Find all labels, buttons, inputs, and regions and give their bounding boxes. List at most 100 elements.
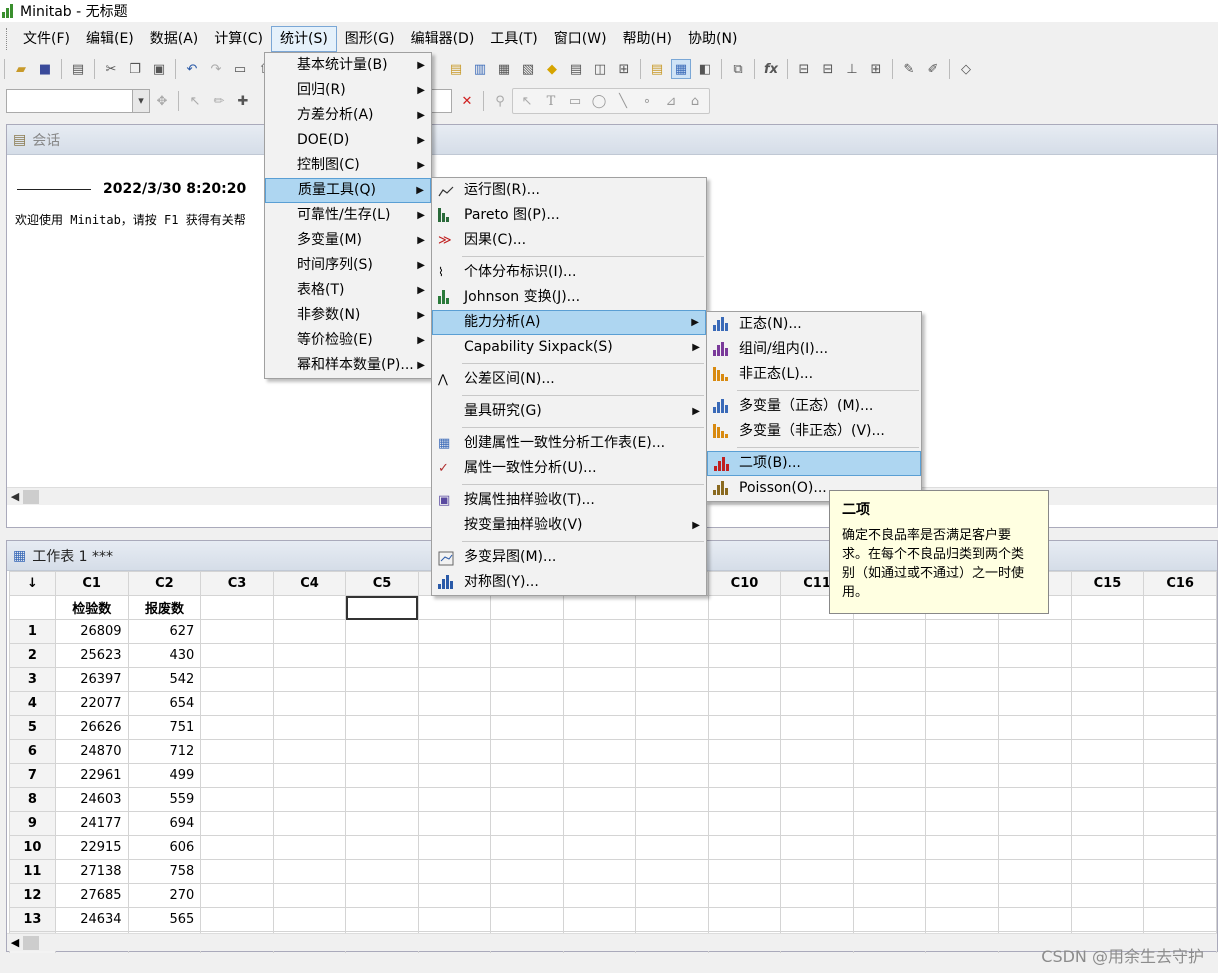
data-cell[interactable] bbox=[490, 811, 564, 836]
data-cell[interactable] bbox=[780, 667, 854, 692]
data-cell[interactable]: 24603 bbox=[54, 787, 129, 812]
data-cell[interactable] bbox=[998, 691, 1072, 716]
data-cell[interactable] bbox=[200, 787, 274, 812]
session-window-icon[interactable]: ▤ bbox=[647, 59, 667, 79]
data-cell[interactable] bbox=[345, 907, 419, 932]
save-icon[interactable]: ■ bbox=[35, 59, 55, 79]
cause-effect-item[interactable]: ≫ 因果(C)... bbox=[432, 228, 706, 253]
var-sampling-item[interactable]: 按变量抽样验收(V) ▶ bbox=[432, 513, 706, 538]
scroll-thumb[interactable] bbox=[23, 935, 39, 950]
data-cell[interactable] bbox=[490, 619, 564, 644]
data-cell[interactable] bbox=[1143, 835, 1217, 860]
menu-editor[interactable]: 编辑器(D) bbox=[403, 26, 483, 52]
data-cell[interactable] bbox=[780, 811, 854, 836]
data-cell[interactable] bbox=[998, 787, 1072, 812]
run-chart-item[interactable]: 运行图(R)... bbox=[432, 178, 706, 203]
open-icon[interactable]: ▰ bbox=[11, 59, 31, 79]
data-cell[interactable] bbox=[780, 835, 854, 860]
data-cell[interactable] bbox=[417, 787, 492, 812]
data-cell[interactable] bbox=[998, 763, 1072, 788]
row-number[interactable]: 12 bbox=[9, 883, 56, 908]
insert-cells-icon[interactable]: ⊟ bbox=[794, 59, 814, 79]
data-cell[interactable] bbox=[1070, 691, 1145, 716]
data-cell[interactable] bbox=[852, 691, 927, 716]
menu-edit[interactable]: 编辑(E) bbox=[78, 26, 142, 52]
data-cell[interactable] bbox=[635, 619, 709, 644]
data-cell[interactable] bbox=[417, 643, 492, 668]
data-cell[interactable] bbox=[562, 715, 637, 740]
data-cell[interactable] bbox=[998, 883, 1072, 908]
data-cell[interactable] bbox=[490, 859, 564, 884]
cap-multi-nonnormal-item[interactable]: 多变量（非正态）(V)... bbox=[707, 419, 921, 444]
data-cell[interactable] bbox=[345, 883, 419, 908]
cap-multi-normal-item[interactable]: 多变量（正态）(M)... bbox=[707, 394, 921, 419]
data-cell[interactable]: 559 bbox=[127, 787, 202, 812]
data-cell[interactable] bbox=[998, 835, 1072, 860]
worksheets-icon[interactable]: ▥ bbox=[470, 59, 490, 79]
data-cell[interactable] bbox=[925, 907, 1000, 932]
row-number[interactable]: 10 bbox=[9, 835, 56, 860]
data-cell[interactable]: 24177 bbox=[54, 811, 129, 836]
attr-agree-item[interactable]: ✓ 属性一致性分析(U)... bbox=[432, 456, 706, 481]
data-cell[interactable]: 758 bbox=[127, 859, 202, 884]
data-cell[interactable] bbox=[852, 787, 927, 812]
rectangle-tool-icon[interactable]: ▭ bbox=[565, 91, 585, 111]
data-cell[interactable] bbox=[417, 739, 492, 764]
data-cell[interactable] bbox=[200, 643, 274, 668]
delete-x-icon[interactable]: ✕ bbox=[457, 91, 477, 111]
data-cell[interactable] bbox=[1143, 715, 1217, 740]
data-cell[interactable] bbox=[998, 715, 1072, 740]
pen-icon[interactable]: ✏ bbox=[209, 91, 229, 111]
row-number[interactable]: 11 bbox=[9, 859, 56, 884]
data-cell[interactable] bbox=[562, 835, 637, 860]
data-cell[interactable] bbox=[200, 883, 274, 908]
polyline-tool-icon[interactable]: ⊿ bbox=[661, 91, 681, 111]
tolerance-item[interactable]: ⋀ 公差区间(N)... bbox=[432, 367, 706, 392]
data-cell[interactable] bbox=[925, 619, 1000, 644]
data-cell[interactable] bbox=[1070, 907, 1145, 932]
data-cell[interactable] bbox=[562, 619, 637, 644]
data-cell[interactable] bbox=[925, 691, 1000, 716]
data-cell[interactable]: 542 bbox=[127, 667, 202, 692]
eraser-icon[interactable]: ◇ bbox=[956, 59, 976, 79]
gage-item[interactable]: 量具研究(G) ▶ bbox=[432, 399, 706, 424]
worksheet-hscroll[interactable]: ◀ bbox=[7, 933, 1217, 951]
row-number[interactable]: 9 bbox=[9, 811, 56, 836]
data-cell[interactable] bbox=[707, 859, 782, 884]
data-cell[interactable] bbox=[707, 907, 782, 932]
column-name-cell[interactable] bbox=[490, 595, 564, 620]
row-number[interactable]: 13 bbox=[9, 907, 56, 932]
scroll-left-icon[interactable]: ◀ bbox=[7, 936, 23, 949]
data-cell[interactable] bbox=[998, 739, 1072, 764]
row-number[interactable]: 4 bbox=[9, 691, 56, 716]
data-cell[interactable] bbox=[417, 715, 492, 740]
edit-combo[interactable] bbox=[430, 89, 452, 113]
column-name-cell[interactable] bbox=[417, 595, 492, 620]
data-cell[interactable] bbox=[925, 883, 1000, 908]
data-cell[interactable] bbox=[925, 667, 1000, 692]
data-cell[interactable] bbox=[1070, 619, 1145, 644]
data-cell[interactable] bbox=[417, 859, 492, 884]
polygon-tool-icon[interactable]: ⌂ bbox=[685, 91, 705, 111]
data-cell[interactable] bbox=[490, 835, 564, 860]
data-cell[interactable]: 565 bbox=[127, 907, 202, 932]
data-cell[interactable] bbox=[998, 907, 1072, 932]
stat-nonparametrics[interactable]: 非参数(N) ▶ bbox=[265, 303, 431, 328]
column-header[interactable]: C2 bbox=[127, 571, 202, 596]
menu-graph[interactable]: 图形(G) bbox=[337, 26, 403, 52]
data-cell[interactable] bbox=[707, 787, 782, 812]
data-cell[interactable]: 270 bbox=[127, 883, 202, 908]
undo-icon[interactable]: ↶ bbox=[182, 59, 202, 79]
line-tool-icon[interactable]: ╲ bbox=[613, 91, 633, 111]
column-header[interactable]: C1 bbox=[54, 571, 129, 596]
new-window-icon[interactable]: ◫ bbox=[590, 59, 610, 79]
cut-icon[interactable]: ✂ bbox=[101, 59, 121, 79]
ellipse-tool-icon[interactable]: ◯ bbox=[589, 91, 609, 111]
data-cell[interactable] bbox=[562, 691, 637, 716]
data-cell[interactable]: 654 bbox=[127, 691, 202, 716]
close-graphs-icon[interactable]: ⧉ bbox=[728, 59, 748, 79]
data-cell[interactable] bbox=[345, 859, 419, 884]
edit-last-icon[interactable]: ✐ bbox=[923, 59, 943, 79]
menu-help[interactable]: 帮助(H) bbox=[615, 26, 680, 52]
data-cell[interactable] bbox=[490, 691, 564, 716]
